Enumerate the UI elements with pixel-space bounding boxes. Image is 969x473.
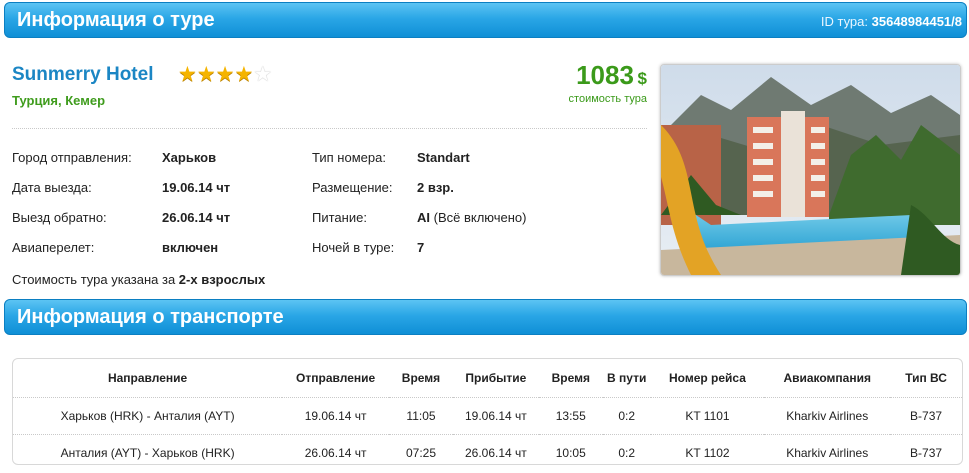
detail-value: Харьков (162, 150, 217, 165)
table-cell: Kharkiv Airlines (764, 434, 891, 471)
column-header: Направление (107, 371, 188, 385)
detail-label: Тип номера: (312, 150, 386, 165)
divider (12, 128, 647, 129)
detail-value: включен (162, 240, 219, 255)
meal-code: AI (417, 210, 430, 225)
transport-info-header: Информация о транспорте (4, 299, 967, 335)
meal-description: (Всё включено) (430, 210, 527, 225)
column-header: Номер рейса (668, 371, 746, 385)
column-header: Отправление (296, 371, 376, 385)
detail-value: 7 (417, 240, 425, 255)
table-cell: 0:2 (602, 434, 651, 471)
table-row: Харьков (HRK) - Анталия (AYT) 19.06.14 ч… (13, 397, 962, 435)
column-header: Время (401, 371, 441, 385)
column-header: Авиакомпания (783, 371, 871, 385)
price-currency: $ (637, 69, 647, 88)
tour-price: 1083 $ (576, 60, 647, 91)
hotel-location: Турция, Кемер (12, 93, 106, 108)
table-cell: B-737 (890, 434, 962, 471)
transport-info-title: Информация о транспорте (17, 306, 284, 328)
price-label: стоимость тура (568, 93, 647, 105)
column-header: Прибытие (465, 371, 527, 385)
price-note: Стоимость тура указана за 2-х взрослых (12, 272, 265, 287)
column-header: Время (551, 371, 590, 385)
price-value: 1083 (576, 60, 634, 90)
table-header-row: Направление Отправление Время Прибытие В… (13, 359, 962, 398)
table-cell: KT 1101 (650, 397, 765, 435)
tour-info-title: Информация о туре (17, 9, 215, 31)
tour-id: ID тура: 35648984451/8 (821, 14, 962, 29)
star-icon: ★ (178, 63, 197, 86)
hotel-stars: ★★★★★ (178, 64, 272, 85)
table-cell: 07:25 (389, 434, 453, 471)
tour-id-label: ID тура: (820, 14, 868, 29)
table-cell: 0:2 (602, 397, 651, 435)
star-icon: ★ (234, 63, 254, 86)
detail-label: Питание: (312, 210, 367, 225)
table-cell: KT 1102 (650, 434, 765, 471)
table-cell: 26.06.14 чт (282, 434, 390, 471)
table-cell: Kharkiv Airlines (764, 397, 891, 435)
detail-value-meal: AI (Всё включено) (417, 210, 526, 225)
price-note-bold: 2-х взрослых (178, 272, 266, 287)
table-cell: 11:05 (389, 397, 453, 435)
table-cell: 19.06.14 чт (282, 397, 390, 435)
table-row: Анталия (AYT) - Харьков (HRK) 26.06.14 ч… (13, 434, 962, 471)
table-cell: 13:55 (538, 397, 603, 435)
table-cell: B-737 (890, 397, 962, 435)
detail-label: Ночей в туре: (312, 240, 395, 255)
hotel-photo[interactable] (660, 64, 961, 276)
star-icon: ★ (196, 63, 216, 86)
tour-id-value: 35648984451/8 (871, 14, 962, 29)
detail-label: Размещение: (312, 180, 393, 195)
detail-value: 19.06.14 чт (162, 180, 231, 195)
detail-value: Standart (417, 150, 470, 165)
table-cell: 26.06.14 чт (452, 434, 539, 471)
hotel-name[interactable]: Sunmerry Hotel (12, 64, 153, 86)
detail-value: 2 взр. (417, 180, 454, 195)
detail-label: Авиаперелет: (12, 240, 95, 255)
column-header: Тип ВС (905, 371, 947, 385)
star-icon: ★ (215, 63, 235, 86)
table-cell: Анталия (AYT) - Харьков (HRK) (13, 434, 283, 471)
detail-label: Дата выезда: (12, 180, 92, 195)
transport-table: Направление Отправление Время Прибытие В… (12, 358, 963, 471)
table-cell: 10:05 (538, 434, 603, 471)
column-header: В пути (607, 371, 647, 385)
detail-label: Выезд обратно: (12, 210, 107, 225)
tour-info-header: Информация о туре ID тура: 35648984451/8 (4, 2, 967, 38)
price-note-text: Стоимость тура указана за (12, 272, 179, 287)
star-empty-icon: ★ (253, 63, 273, 86)
table-cell: Харьков (HRK) - Анталия (AYT) (13, 397, 283, 435)
table-cell: 19.06.14 чт (452, 397, 539, 435)
detail-value: 26.06.14 чт (162, 210, 231, 225)
detail-label: Город отправления: (12, 150, 132, 165)
